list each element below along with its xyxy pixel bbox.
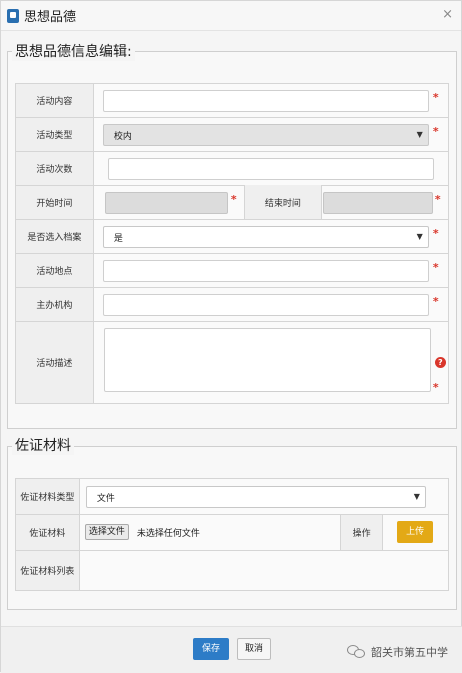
label-start-time: 开始时间 [15,185,94,220]
description-textarea[interactable] [103,328,431,392]
archive-value: 是 [113,233,123,244]
required-mark: * [230,193,237,206]
info-table: 活动内容 * 活动类型 校内 ▼ * 活动次数 开始时间 * 结束时间 * 是否… [15,83,450,404]
end-time-label-cell: 结束时间 [243,185,322,219]
label-archive: 是否选入档案 [15,219,94,254]
chevron-down-icon: ▼ [416,130,423,139]
required-mark: * [432,295,439,308]
label-activity-type: 活动类型 [15,117,94,152]
label-organizer: 主办机构 [15,287,94,322]
activity-type-select[interactable]: 校内 ▼ [102,124,429,146]
chevron-down-icon: ▼ [416,232,423,241]
window-title: 思想品德 [24,10,77,25]
required-mark: * [432,261,439,274]
label-activity-count: 活动次数 [15,151,94,186]
watermark: 韶关市第五中学 [347,644,448,660]
material-list-label: 佐证材料列表 [20,567,75,577]
footer: 保存 取消 韶关市第五中学 [1,626,462,673]
material-type-select[interactable]: 文件 ▼ [85,486,426,508]
required-mark: * [432,91,439,104]
save-button[interactable]: 保存 [193,638,229,660]
label-operation: 操作 [340,514,384,551]
info-section-legend: 思想品德信息编辑: [12,41,135,61]
label-material: 佐证材料 [15,514,80,551]
file-status-text: 未选择任何文件 [136,529,200,539]
material-list-area [78,550,450,591]
close-icon[interactable]: × [442,7,453,22]
start-time-input[interactable] [104,192,228,214]
label-activity-content: 活动内容 [15,83,94,118]
wechat-icon [347,645,367,659]
label-material-list: 佐证材料列表 [15,550,80,591]
watermark-text: 韶关市第五中学 [371,646,448,659]
archive-select[interactable]: 是 ▼ [102,226,429,248]
choose-file-button[interactable]: 选择文件 [84,524,129,540]
required-mark: * [434,193,441,206]
cancel-button[interactable]: 取消 [237,638,271,660]
chevron-down-icon: ▼ [413,492,420,501]
required-mark: * [432,125,439,138]
help-icon[interactable]: ? [434,357,446,368]
label-location: 活动地点 [15,253,94,288]
material-type-label: 佐证材料类型 [20,493,75,503]
activity-content-input[interactable] [102,90,429,112]
material-type-value: 文件 [96,493,115,504]
required-mark: * [432,227,439,240]
title-bar: 思想品德 × [1,1,461,31]
end-time-input[interactable] [322,192,433,214]
location-input[interactable] [102,260,429,282]
required-mark: * [432,381,439,394]
dialog: 思想品德 × 思想品德信息编辑: 活动内容 * 活动类型 校内 ▼ * 活动次数 [0,0,462,673]
label-description: 活动描述 [15,321,94,404]
activity-count-input[interactable] [107,158,434,180]
activity-type-value: 校内 [113,131,132,142]
document-icon [7,8,19,23]
organizer-input[interactable] [102,294,429,316]
upload-button[interactable]: 上传 [397,521,434,543]
label-material-type: 佐证材料类型 [15,478,80,515]
label-end-time: 结束时间 [264,198,301,209]
material-table: 佐证材料类型 文件 ▼ 佐证材料 选择文件 未选择任何文件 操作 上传 佐证材料… [15,478,450,591]
material-section-legend: 佐证材料 [12,435,74,455]
